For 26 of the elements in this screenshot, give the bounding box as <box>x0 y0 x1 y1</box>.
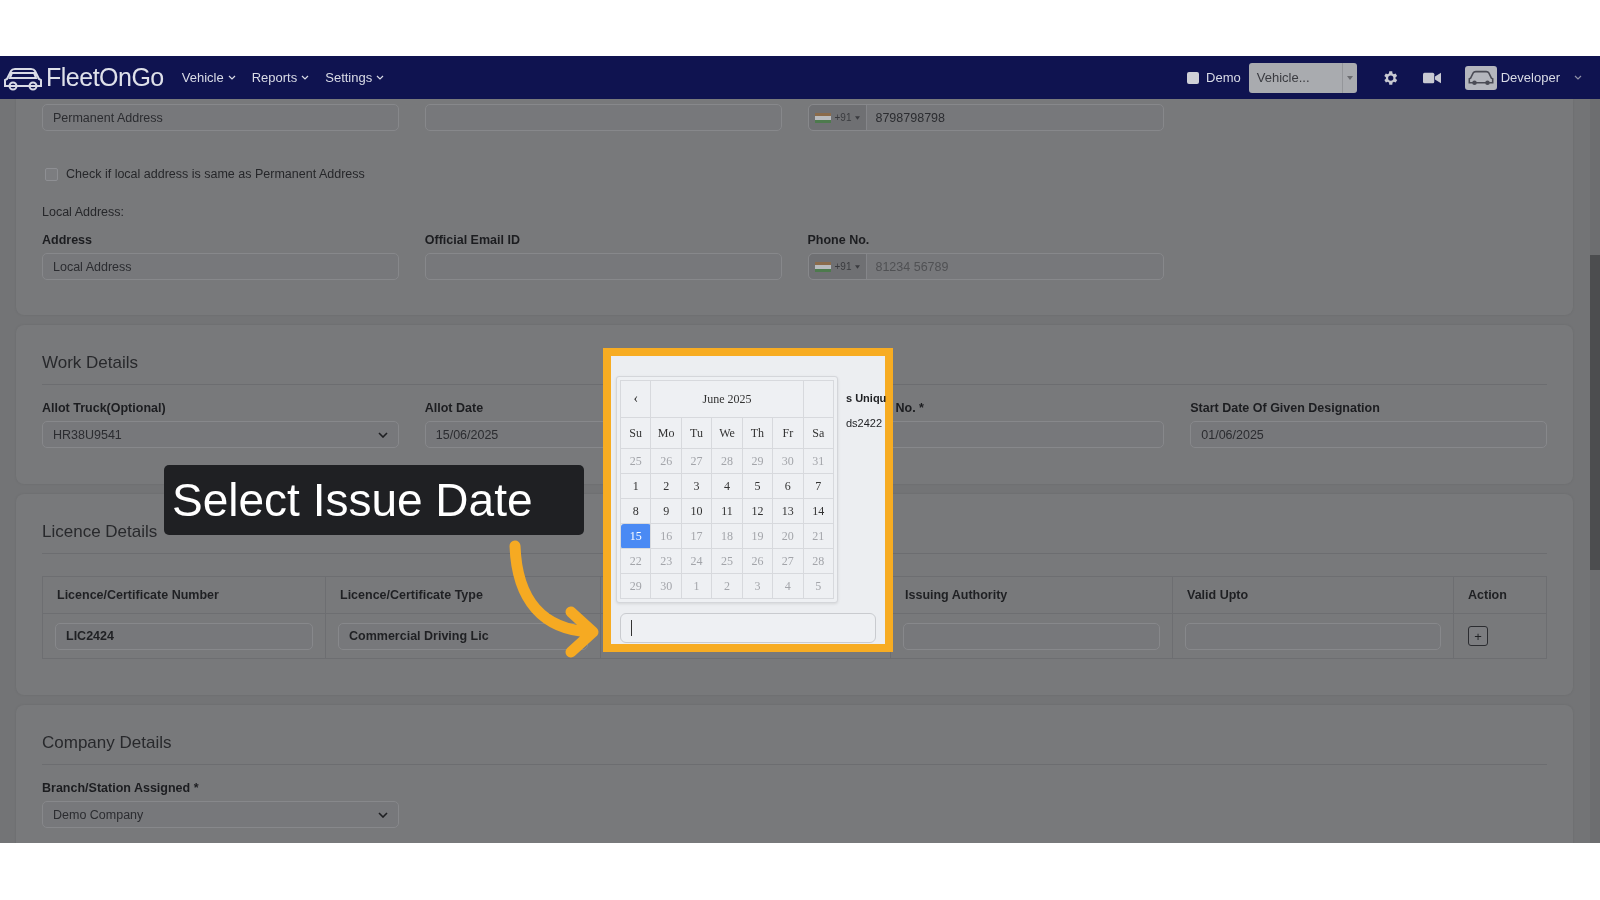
field-label: No. * <box>895 401 924 415</box>
field-label: Address <box>42 233 93 247</box>
field-label: Allot Truck(Optional) <box>42 401 166 415</box>
field-label: Official Email ID <box>424 233 520 247</box>
weekday-label: We <box>719 425 735 440</box>
column-header: Issuing Authority <box>905 588 1008 602</box>
tooltip-callout: Select Issue Date <box>164 465 584 535</box>
column-header: Action <box>1468 588 1507 602</box>
weekday-label: Tu <box>690 425 703 440</box>
checkbox-label: Check if local address is same as Permanent Address <box>66 167 365 181</box>
weekday-label: Sa <box>812 425 825 440</box>
field-label: Branch/Station Assigned * <box>42 781 199 795</box>
field-label: Allot Date <box>424 401 484 415</box>
column-header: Valid Upto <box>1187 588 1249 602</box>
field-label: Phone No. <box>807 233 870 247</box>
weekday-label: Mo <box>657 425 675 440</box>
section-label: Local Address: <box>42 205 125 219</box>
weekday-label: Fr <box>782 425 794 440</box>
weekday-label: Th <box>750 425 765 440</box>
field-label: Start Date Of Given Designation <box>1190 401 1380 415</box>
column-header: Licence/Certificate Type <box>340 588 483 602</box>
column-header: Licence/Certificate Number <box>57 588 219 602</box>
field-value: ds2422 <box>846 417 883 429</box>
weekday-label: Su <box>629 425 643 440</box>
section-title: Company Details <box>42 733 1547 765</box>
demo-label: Demo <box>1206 70 1241 85</box>
